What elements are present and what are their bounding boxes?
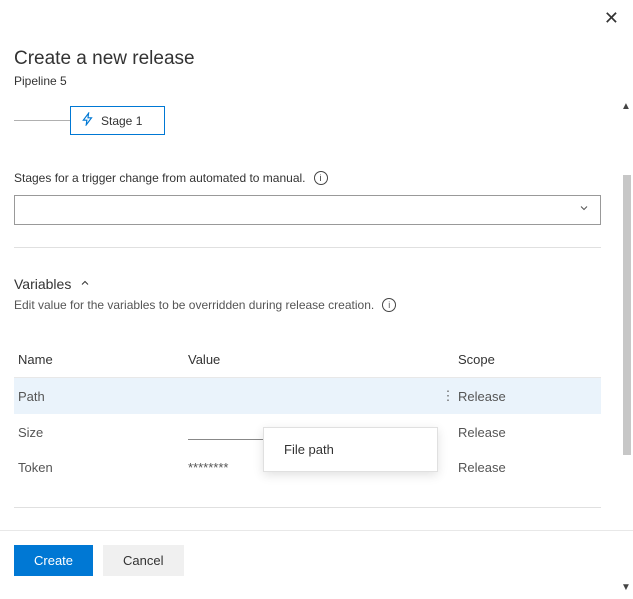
variables-heading-label: Variables [14, 276, 71, 292]
more-icon[interactable]: ⋮ [438, 388, 458, 404]
var-name: Token [18, 460, 188, 475]
var-scope: Release [458, 389, 598, 404]
table-row[interactable]: Path ⋮ Release [14, 378, 601, 414]
tooltip: File path [263, 427, 438, 472]
var-scope: Release [458, 460, 598, 475]
variables-table: Name Value Scope Path ⋮ Release Size Rel… [14, 342, 601, 508]
tooltip-text: File path [284, 442, 334, 457]
page-title: Create a new release [14, 48, 601, 70]
triggers-label-row: Stages for a trigger change from automat… [14, 171, 601, 185]
stage-row: Stage 1 [14, 106, 601, 135]
lightning-icon [81, 112, 95, 129]
scroll-down-icon[interactable]: ▼ [619, 581, 633, 595]
info-icon[interactable]: i [382, 298, 396, 312]
chevron-up-icon [79, 276, 91, 292]
col-value: Value [188, 352, 438, 367]
value-input[interactable] [188, 424, 268, 440]
scrollbar[interactable]: ▲ ▼ [619, 0, 633, 599]
cancel-button[interactable]: Cancel [103, 545, 183, 576]
scroll-up-icon[interactable]: ▲ [619, 100, 633, 114]
footer: Create Cancel [0, 531, 633, 590]
variables-subtext-row: Edit value for the variables to be overr… [14, 298, 601, 312]
var-scope: Release [458, 425, 598, 440]
var-name: Size [18, 425, 188, 440]
chevron-down-icon [578, 201, 590, 219]
scroll-thumb[interactable] [623, 175, 631, 455]
stage-chip[interactable]: Stage 1 [70, 106, 165, 135]
triggers-dropdown[interactable] [14, 195, 601, 225]
col-name: Name [18, 352, 188, 367]
stage-label: Stage 1 [101, 114, 142, 128]
divider [14, 247, 601, 248]
pipeline-name: Pipeline 5 [14, 74, 601, 88]
variables-subtext: Edit value for the variables to be overr… [14, 298, 374, 312]
create-button[interactable]: Create [14, 545, 93, 576]
create-release-panel: Create a new release Pipeline 5 Stage 1 … [0, 0, 615, 530]
stage-connector [14, 120, 70, 121]
var-name: Path [18, 389, 188, 404]
divider [14, 507, 601, 508]
table-header: Name Value Scope [14, 342, 601, 378]
variables-heading[interactable]: Variables [14, 276, 601, 292]
triggers-label: Stages for a trigger change from automat… [14, 171, 306, 185]
col-scope: Scope [458, 352, 598, 367]
info-icon[interactable]: i [314, 171, 328, 185]
